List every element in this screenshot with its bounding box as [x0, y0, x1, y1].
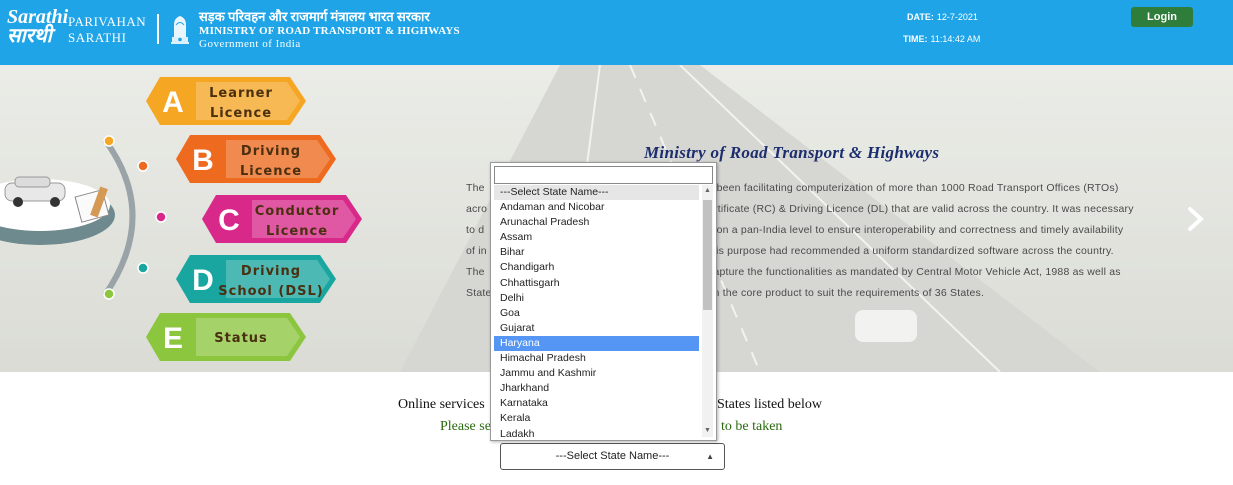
menu-badge-shape: C Conductor Licence — [202, 195, 362, 243]
ministry-title-block: सड़क परिवहन और राजमार्ग मंत्रालय भारत सर… — [199, 8, 460, 51]
menu-item-2[interactable]: C Conductor Licence — [202, 195, 362, 243]
menu-letter: C — [218, 204, 240, 237]
state-option[interactable]: Chhattisgarh — [494, 276, 699, 291]
scroll-up-icon[interactable]: ▲ — [702, 185, 713, 197]
menu-line1: Driving — [241, 144, 301, 159]
logo-text-hindi: सारथी — [7, 25, 52, 47]
date-label: DATE: — [907, 12, 934, 22]
government-of-india: Government of India — [199, 38, 301, 50]
date-value: 12-7-2021 — [936, 12, 978, 22]
state-option[interactable]: Karnataka — [494, 396, 699, 411]
description-end: s on a pan-India level to ensure interop… — [708, 224, 1124, 236]
menu-line2: Licence — [240, 164, 302, 179]
state-option[interactable]: Andaman and Nicobar — [494, 200, 699, 215]
login-button[interactable]: Login — [1131, 7, 1193, 27]
state-option[interactable]: Ladakh — [494, 427, 699, 442]
date-display: DATE: 12-7-2021 — [907, 12, 978, 22]
menu-line1: Driving — [241, 264, 301, 279]
state-option[interactable]: Delhi — [494, 291, 699, 306]
menu-line1: Conductor — [255, 204, 340, 219]
description-end: in the core product to suit the requirem… — [711, 287, 985, 299]
menu-badge-shape: B Driving Licence — [176, 135, 336, 183]
brand-parivahan: PARIVAHAN — [68, 14, 147, 29]
menu-letter: A — [162, 86, 184, 119]
menu-letter: E — [163, 322, 183, 355]
state-option[interactable]: Goa — [494, 306, 699, 321]
menu-letter: B — [192, 144, 214, 177]
menu-item-4[interactable]: E Status — [146, 313, 306, 361]
menu-badge-shape: A Learner Licence — [146, 77, 306, 125]
menu-item-1[interactable]: B Driving Licence — [176, 135, 336, 183]
header-divider — [157, 14, 159, 44]
state-search-input[interactable] — [494, 166, 713, 184]
state-option[interactable]: Assam — [494, 230, 699, 245]
ministry-name-hindi: सड़क परिवहन और राजमार्ग मंत्रालय भारत सर… — [199, 9, 430, 24]
state-option[interactable]: Arunachal Pradesh — [494, 215, 699, 230]
description-start: The — [466, 266, 485, 278]
menu-line1: Status — [214, 331, 268, 346]
brand-sarathi: SARATHI — [68, 30, 127, 45]
state-option[interactable]: Jharkhand — [494, 381, 699, 396]
description-end: his purpose had recommended a uniform st… — [710, 245, 1114, 257]
state-option[interactable]: Kerala — [494, 411, 699, 426]
state-option[interactable]: Chandigarh — [494, 260, 699, 275]
state-option[interactable]: Bihar — [494, 245, 699, 260]
time-display: TIME: 11:14:42 AM — [903, 34, 980, 44]
menu-item-3[interactable]: D Driving School (DSL) — [176, 255, 336, 303]
state-option[interactable]: ---Select State Name--- — [494, 185, 699, 201]
description-start: State — [466, 287, 492, 299]
ministry-name-english: MINISTRY OF ROAD TRANSPORT & HIGHWAYS — [199, 25, 460, 37]
menu-item-0[interactable]: A Learner Licence — [146, 77, 306, 125]
caret-up-icon: ▲ — [706, 452, 714, 461]
menu-badge-shape: D Driving School (DSL) — [176, 255, 336, 303]
time-label: TIME: — [903, 34, 928, 44]
top-header: Sarathi सारथी PARIVAHAN SARATHI सड़क परि… — [0, 0, 1233, 65]
state-dropdown-panel: ---Select State Name--- Andaman and Nicob… — [490, 162, 717, 441]
state-select-value: ---Select State Name--- — [555, 450, 670, 462]
please-select-text: Please se — [440, 419, 491, 434]
description-end: s been facilitating computerization of m… — [708, 182, 1119, 194]
description-start: acro — [466, 203, 488, 215]
dropdown-scrollbar[interactable]: ▲ ▼ — [702, 185, 713, 437]
menu-letter: D — [192, 264, 214, 297]
description-start: to d — [466, 224, 485, 236]
state-options-list: ---Select State Name--- Andaman and Nicob… — [494, 185, 699, 442]
sarathi-logo[interactable]: Sarathi सारथी — [7, 7, 68, 48]
description-end: ertificate (RC) & Driving Licence (DL) t… — [708, 203, 1134, 215]
description-start: of in — [466, 245, 487, 257]
scroll-down-icon[interactable]: ▼ — [702, 425, 713, 437]
menu-line2: School (DSL) — [218, 284, 324, 299]
menu-line2: Licence — [266, 224, 328, 239]
state-option[interactable]: Himachal Pradesh — [494, 351, 699, 366]
parivahan-sarathi-brand: PARIVAHAN SARATHI — [68, 14, 146, 46]
next-slide-arrow-icon[interactable] — [1186, 206, 1206, 232]
online-services-text-end: States listed below — [717, 397, 822, 412]
menu-line2: Licence — [210, 106, 272, 121]
description-end: capture the functionalities as mandated … — [708, 266, 1121, 278]
scrollbar-thumb[interactable] — [703, 200, 712, 310]
menu-line1: Learner — [209, 86, 273, 101]
state-option[interactable]: Jammu and Kashmir — [494, 366, 699, 381]
please-select-text-end: to be taken — [721, 419, 783, 434]
state-option[interactable]: Haryana — [494, 335, 699, 352]
description-start: The — [466, 182, 485, 194]
menu-badge-shape: E Status — [146, 313, 306, 361]
banner-title: Ministry of Road Transport & Highways — [644, 143, 940, 162]
online-services-text: Online services — [398, 397, 485, 412]
time-value: 11:14:42 AM — [930, 34, 981, 44]
state-option[interactable]: Gujarat — [494, 321, 699, 336]
national-emblem-icon — [171, 16, 189, 44]
state-select[interactable]: ---Select State Name--- ▲ — [500, 443, 725, 470]
